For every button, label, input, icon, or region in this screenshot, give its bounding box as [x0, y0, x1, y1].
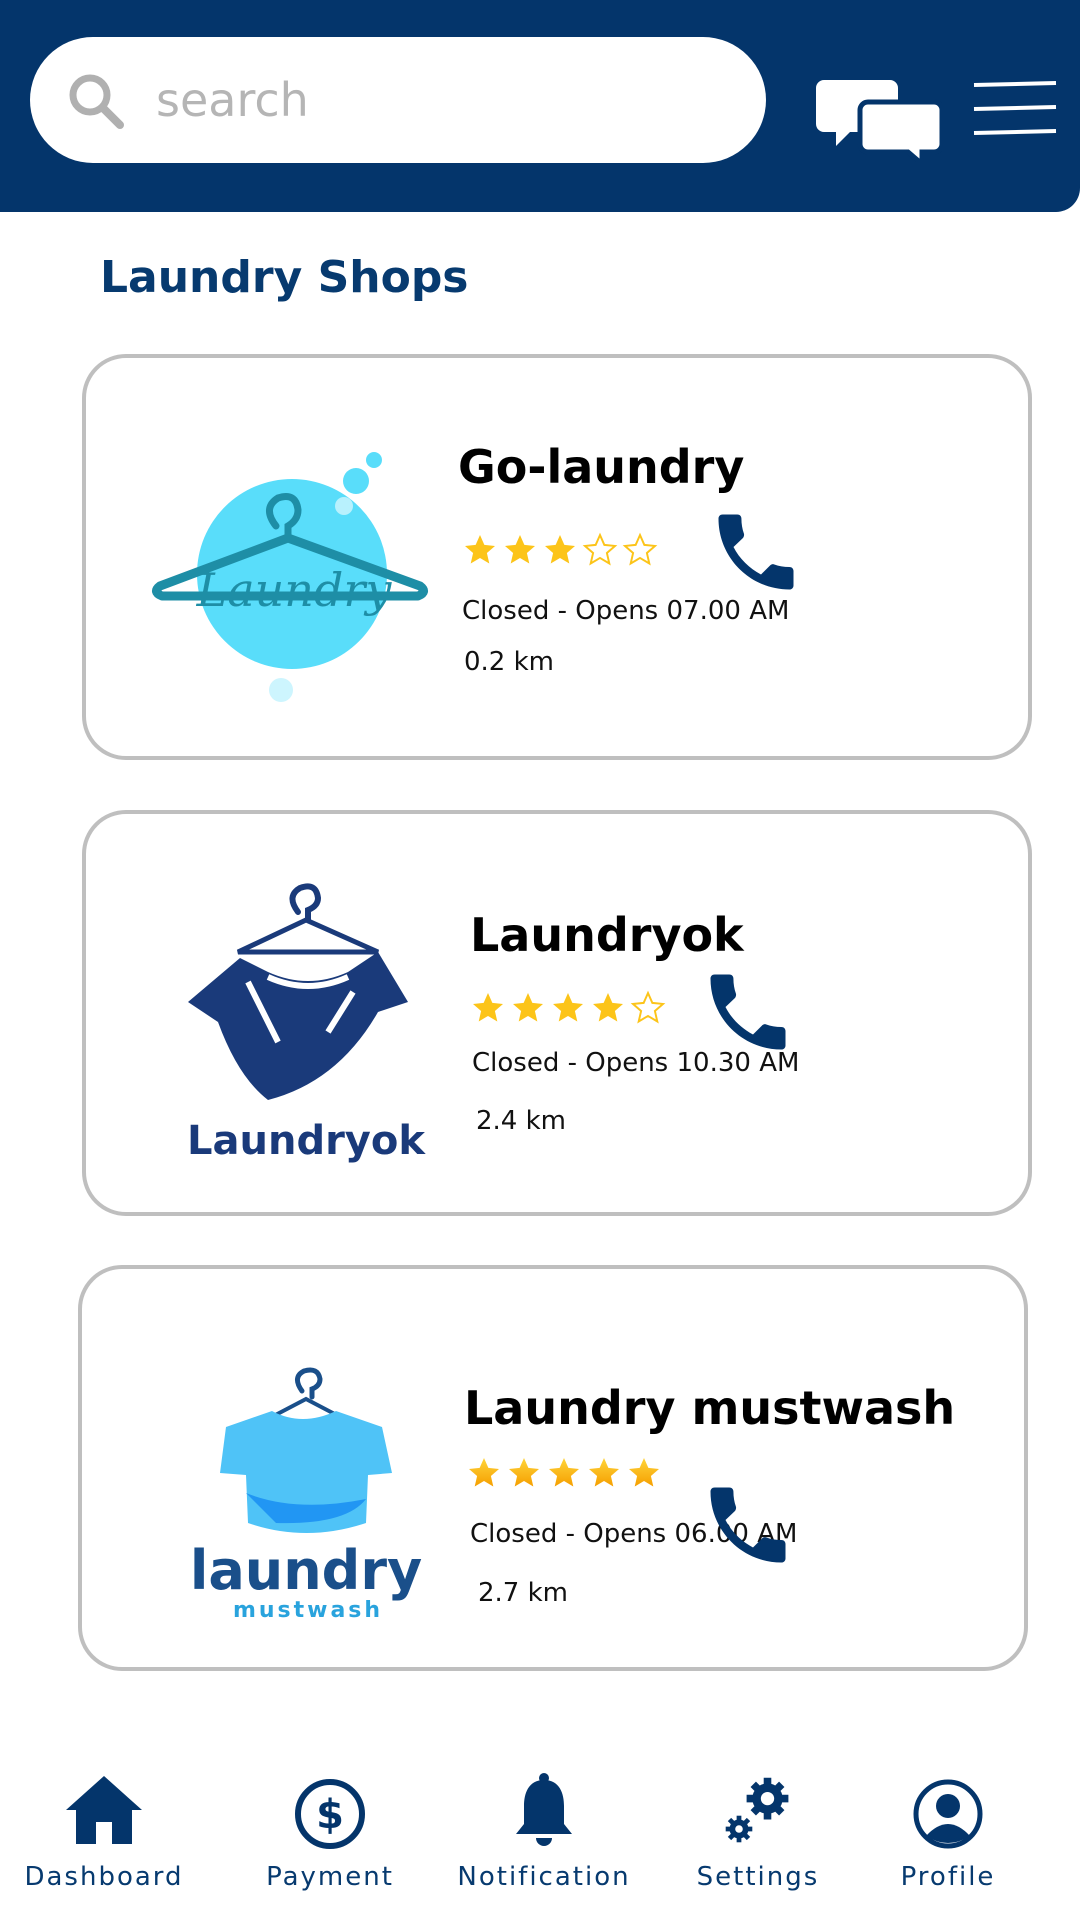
- shop-name: Go-laundry: [458, 440, 745, 494]
- home-icon: [66, 1776, 142, 1844]
- star-filled-icon: [550, 990, 586, 1026]
- nav-label: Settings: [696, 1862, 820, 1892]
- star-empty-icon: [630, 990, 666, 1026]
- phone-icon[interactable]: [698, 962, 798, 1062]
- star-filled-icon: [470, 990, 506, 1026]
- nav-label: Dashboard: [24, 1862, 184, 1892]
- search-icon: [69, 74, 124, 129]
- nav-dashboard[interactable]: Dashboard: [4, 1760, 204, 1920]
- star-filled-icon: [546, 1455, 582, 1491]
- star-empty-icon: [582, 532, 618, 568]
- search-input[interactable]: [154, 63, 738, 137]
- laundry-mustwash-logo: laundry mustwash: [190, 1367, 422, 1623]
- star-rating: [462, 532, 658, 568]
- star-filled-icon: [626, 1455, 662, 1491]
- shop-distance: 2.4 km: [476, 1106, 566, 1136]
- star-rating: [470, 990, 666, 1026]
- phone-icon[interactable]: [698, 1475, 798, 1575]
- nav-payment[interactable]: $ Payment: [230, 1760, 430, 1920]
- star-filled-icon: [502, 532, 538, 568]
- section-title: Laundry Shops: [100, 252, 469, 303]
- go-laundry-logo: Laundry: [152, 452, 428, 702]
- shop-card-go-laundry[interactable]: Laundry Go-laundry Closed - Opens 07.00 …: [82, 354, 1032, 760]
- nav-label: Profile: [900, 1862, 996, 1892]
- shop-distance: 2.7 km: [478, 1578, 568, 1608]
- nav-label: Payment: [266, 1862, 394, 1892]
- svg-text:$: $: [316, 1792, 344, 1838]
- mustwash-logo-subtext: mustwash: [233, 1598, 383, 1623]
- mustwash-logo-text: laundry: [190, 1539, 422, 1602]
- chat-icon[interactable]: [816, 76, 942, 162]
- shop-card-laundryok[interactable]: Laundryok Laundryok Closed - Opens 10.30…: [82, 810, 1032, 1216]
- star-filled-icon: [586, 1455, 622, 1491]
- bell-icon: [516, 1773, 572, 1846]
- hamburger-menu-icon[interactable]: [972, 80, 1058, 138]
- star-filled-icon: [506, 1455, 542, 1491]
- star-filled-icon: [542, 532, 578, 568]
- search-bar[interactable]: [30, 37, 766, 163]
- star-filled-icon: [510, 990, 546, 1026]
- phone-icon[interactable]: [706, 502, 806, 602]
- go-laundry-logo-text: Laundry: [196, 563, 393, 617]
- dollar-icon: $: [295, 1779, 365, 1849]
- star-filled-icon: [590, 990, 626, 1026]
- star-empty-icon: [622, 532, 658, 568]
- nav-profile[interactable]: Profile: [848, 1760, 1048, 1920]
- nav-notification[interactable]: Notification: [444, 1760, 644, 1920]
- star-filled-icon: [466, 1455, 502, 1491]
- nav-settings[interactable]: Settings: [658, 1760, 858, 1920]
- gear-icon: [725, 1777, 789, 1843]
- shop-name: Laundryok: [470, 908, 744, 962]
- nav-label: Notification: [457, 1862, 631, 1892]
- shop-card-laundry-mustwash[interactable]: laundry mustwash Laundry mustwash Closed…: [78, 1265, 1028, 1671]
- bottom-navigation: Dashboard $ Payment Notification Setting…: [0, 1760, 1080, 1920]
- laundryok-logo-text: Laundryok: [187, 1118, 426, 1164]
- laundryok-logo: Laundryok: [187, 883, 426, 1164]
- shop-distance: 0.2 km: [464, 647, 554, 677]
- user-icon: [913, 1779, 983, 1849]
- star-rating: [466, 1455, 662, 1491]
- shop-name: Laundry mustwash: [464, 1381, 956, 1435]
- star-filled-icon: [462, 532, 498, 568]
- top-header: [0, 0, 1080, 212]
